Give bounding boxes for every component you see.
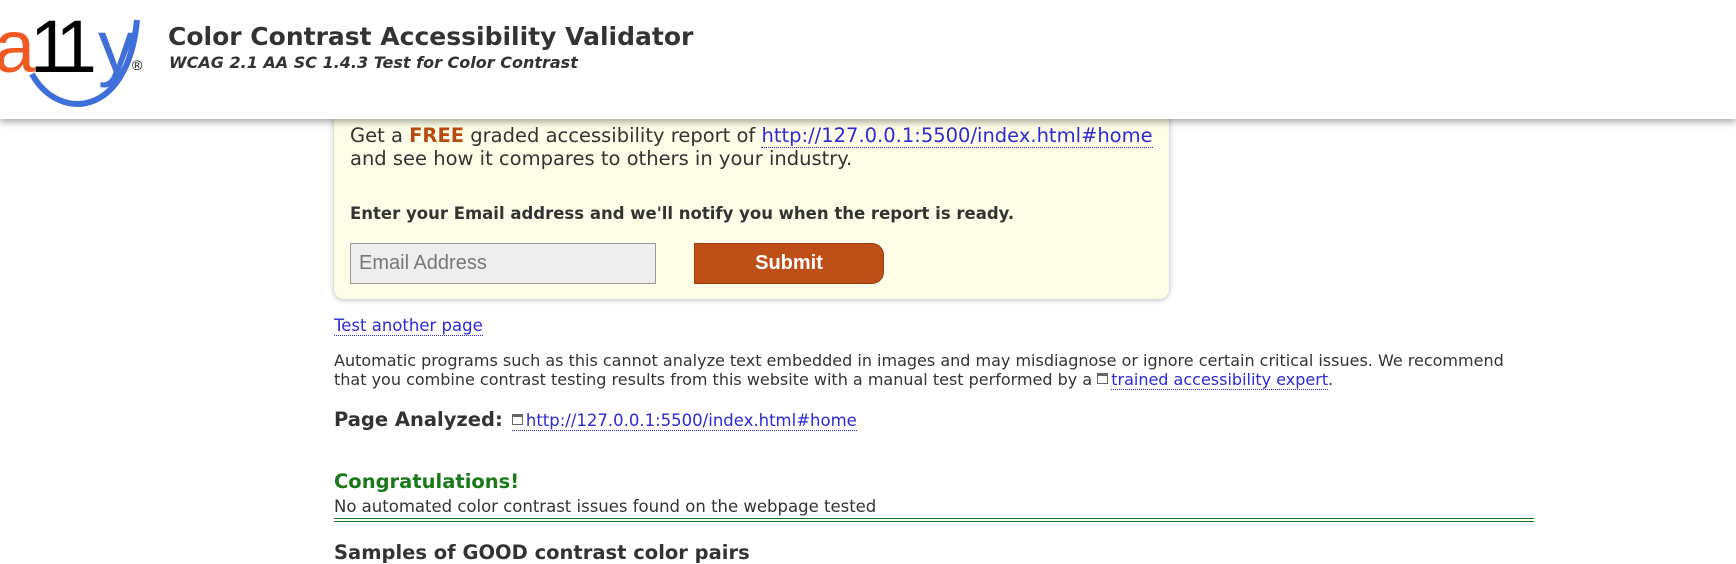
promo-text: graded accessibility report of: [464, 124, 762, 147]
analyzed-url-text: http://127.0.0.1:5500/index.html#home: [525, 411, 857, 430]
page-analyzed: Page Analyzed: http://127.0.0.1:5500/ind…: [334, 408, 857, 431]
test-another-page-link[interactable]: Test another page: [334, 316, 483, 336]
promo-line-1: Get a FREE graded accessibility report o…: [350, 124, 1153, 148]
promo-line-2: and see how it compares to others in you…: [350, 147, 853, 170]
svg-text:®: ®: [132, 57, 143, 73]
site-header: a 11 y ® Color Contrast Accessibility Va…: [0, 0, 1736, 119]
samples-heading: Samples of GOOD contrast color pairs: [334, 541, 750, 564]
svg-text:11: 11: [30, 5, 94, 88]
email-field[interactable]: [350, 243, 656, 284]
disclaimer-text: Automatic programs such as this cannot a…: [334, 351, 1534, 390]
disclaimer-end: .: [1328, 370, 1334, 389]
analyzed-url-link[interactable]: http://127.0.0.1:5500/index.html#home: [511, 411, 857, 431]
page-analyzed-label: Page Analyzed:: [334, 408, 503, 431]
page-subtitle: WCAG 2.1 AA SC 1.4.3 Test for Color Cont…: [169, 53, 578, 72]
external-link-icon: [511, 414, 523, 425]
svg-text:y: y: [98, 5, 135, 88]
a11y-logo[interactable]: a 11 y ®: [0, 0, 150, 110]
free-report-promo: Get a FREE graded accessibility report o…: [334, 96, 1169, 299]
page-title: Color Contrast Accessibility Validator: [168, 22, 694, 51]
accessibility-expert-link[interactable]: trained accessibility expert: [1111, 370, 1329, 390]
external-link-icon: [1097, 373, 1109, 384]
result-divider: [334, 518, 1534, 522]
free-highlight: FREE: [409, 124, 465, 147]
report-url-link[interactable]: http://127.0.0.1:5500/index.html#home: [761, 124, 1153, 148]
notify-instruction: Enter your Email address and we'll notif…: [350, 204, 1015, 223]
result-heading: Congratulations!: [334, 470, 520, 493]
submit-button[interactable]: Submit: [694, 243, 884, 284]
result-message: No automated color contrast issues found…: [334, 497, 877, 516]
promo-text: Get a: [350, 124, 410, 147]
